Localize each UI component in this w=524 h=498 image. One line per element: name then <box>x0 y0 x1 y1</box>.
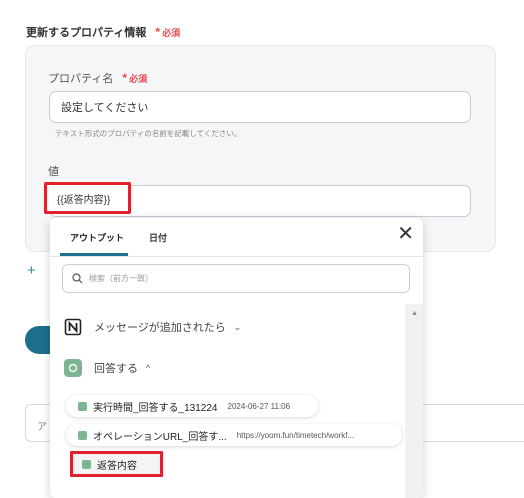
item-label: オペレーションURL_回答す... <box>93 431 227 443</box>
output-item-execution-time[interactable]: 実行時間_回答する_131224 2024-06-27 11:06 <box>66 395 318 417</box>
output-item-operation-url[interactable]: オペレーションURL_回答す... https://yoom.fun/timet… <box>66 424 402 446</box>
item-meta: https://yoom.fun/timetech/workf... <box>236 430 355 440</box>
output-dropdown: アウトプット 日付 ✕ 検索（前方一致） ▲ メッセージが追加されたら ⌄ 回答… <box>50 218 423 498</box>
group-label: メッセージが追加されたら <box>94 322 226 334</box>
group-answer[interactable]: 回答する ^ <box>64 359 150 377</box>
section-title-text: 更新するプロパティ情報 <box>26 27 147 39</box>
background-field-right <box>423 404 524 442</box>
section-title: 更新するプロパティ情報 * 必須 <box>26 24 180 40</box>
tab-date[interactable]: 日付 <box>149 231 167 244</box>
output-item-response-content[interactable]: 返答内容 <box>70 451 163 477</box>
search-icon <box>72 273 83 284</box>
item-label: 返答内容 <box>97 460 137 472</box>
openai-icon <box>64 359 82 377</box>
active-tab-indicator <box>60 253 128 256</box>
tab-output[interactable]: アウトプット <box>70 231 124 244</box>
value-variable-chip[interactable]: {{返答内容}} <box>44 182 131 214</box>
background-field-text: ア <box>37 422 47 433</box>
search-input[interactable]: 検索（前方一致） <box>62 264 410 293</box>
item-label: 実行時間_回答する_131224 <box>93 402 218 414</box>
chevron-down-icon: ⌄ <box>233 321 242 332</box>
dropdown-tabs: アウトプット 日付 ✕ <box>50 218 423 257</box>
close-icon[interactable]: ✕ <box>397 224 414 244</box>
chevron-up-icon: ^ <box>146 363 151 373</box>
group-label: 回答する <box>94 363 138 375</box>
add-icon[interactable]: + <box>27 262 36 279</box>
required-badge: * 必須 <box>122 71 148 85</box>
scrollbar[interactable] <box>405 304 423 498</box>
scroll-up-icon[interactable]: ▲ <box>411 310 418 317</box>
property-name-input[interactable]: 設定してください <box>49 91 471 123</box>
required-badge: * 必須 <box>155 25 181 39</box>
value-label: 値 <box>48 166 59 178</box>
item-icon <box>78 401 87 411</box>
search-placeholder: 検索（前方一致） <box>89 274 153 283</box>
property-name-label: プロパティ名 * 必須 <box>48 70 147 86</box>
required-star: * <box>155 25 161 39</box>
property-name-help: テキスト形式のプロパティの名前を記載してください。 <box>55 129 242 138</box>
required-label: 必須 <box>162 28 181 38</box>
notion-icon <box>64 318 82 336</box>
item-icon <box>82 459 91 469</box>
value-chip-text: {{返答内容}} <box>57 194 111 206</box>
item-meta: 2024-06-27 11:06 <box>227 401 291 411</box>
property-name-label-text: プロパティ名 <box>48 73 114 85</box>
item-icon <box>78 430 87 440</box>
property-name-value: 設定してください <box>61 102 149 114</box>
required-label: 必須 <box>129 74 148 84</box>
required-star: * <box>122 71 128 85</box>
group-message-added[interactable]: メッセージが追加されたら ⌄ <box>64 318 241 336</box>
